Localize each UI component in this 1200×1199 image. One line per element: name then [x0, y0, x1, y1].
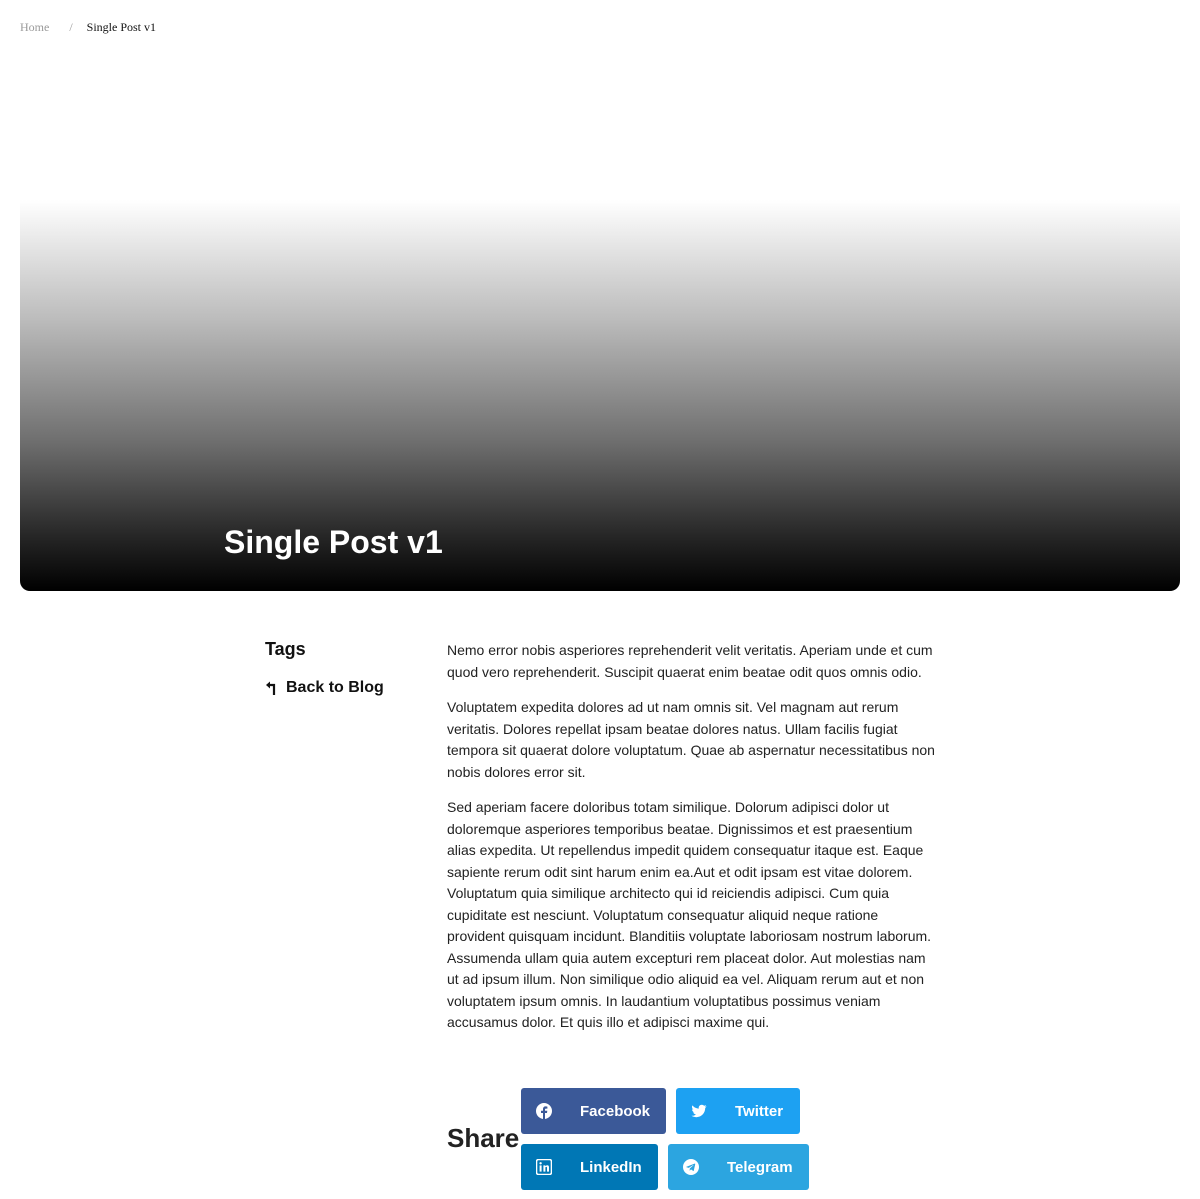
article-body: Nemo error nobis asperiores reprehenderi…	[447, 640, 937, 1048]
tags-heading: Tags	[265, 639, 306, 659]
page-title: Single Post v1	[224, 524, 443, 560]
share-twitter-label: Twitter	[735, 1102, 784, 1120]
breadcrumb-home-link[interactable]: Home	[20, 20, 49, 34]
share-facebook-button[interactable]: Facebook	[521, 1088, 666, 1134]
article-paragraph: Voluptatem expedita dolores ad ut nam om…	[447, 699, 935, 780]
article-paragraph: Sed aperiam facere doloribus totam simil…	[447, 799, 932, 1030]
share-telegram-button[interactable]: Telegram	[668, 1144, 809, 1190]
breadcrumb-current: Single Post v1	[86, 20, 157, 34]
arrow-up-left-icon	[266, 681, 276, 695]
telegram-icon	[683, 1159, 699, 1175]
article-paragraph: Nemo error nobis asperiores reprehenderi…	[447, 642, 933, 680]
breadcrumb-separator: /	[69, 20, 73, 34]
share-linkedin-label: LinkedIn	[580, 1158, 642, 1176]
back-to-blog-label: Back to Blog	[286, 679, 384, 696]
breadcrumb: Home / Single Post v1	[20, 20, 156, 34]
back-to-blog-link[interactable]: Back to Blog	[265, 678, 384, 698]
hero-banner: Single Post v1	[20, 200, 1180, 591]
share-facebook-label: Facebook	[580, 1102, 651, 1120]
linkedin-icon	[536, 1159, 552, 1175]
share-heading: Share	[447, 1123, 520, 1153]
twitter-icon	[691, 1104, 707, 1118]
share-linkedin-button[interactable]: LinkedIn	[521, 1144, 658, 1190]
share-twitter-button[interactable]: Twitter	[676, 1088, 800, 1134]
facebook-icon	[536, 1103, 552, 1119]
share-telegram-label: Telegram	[727, 1158, 793, 1176]
